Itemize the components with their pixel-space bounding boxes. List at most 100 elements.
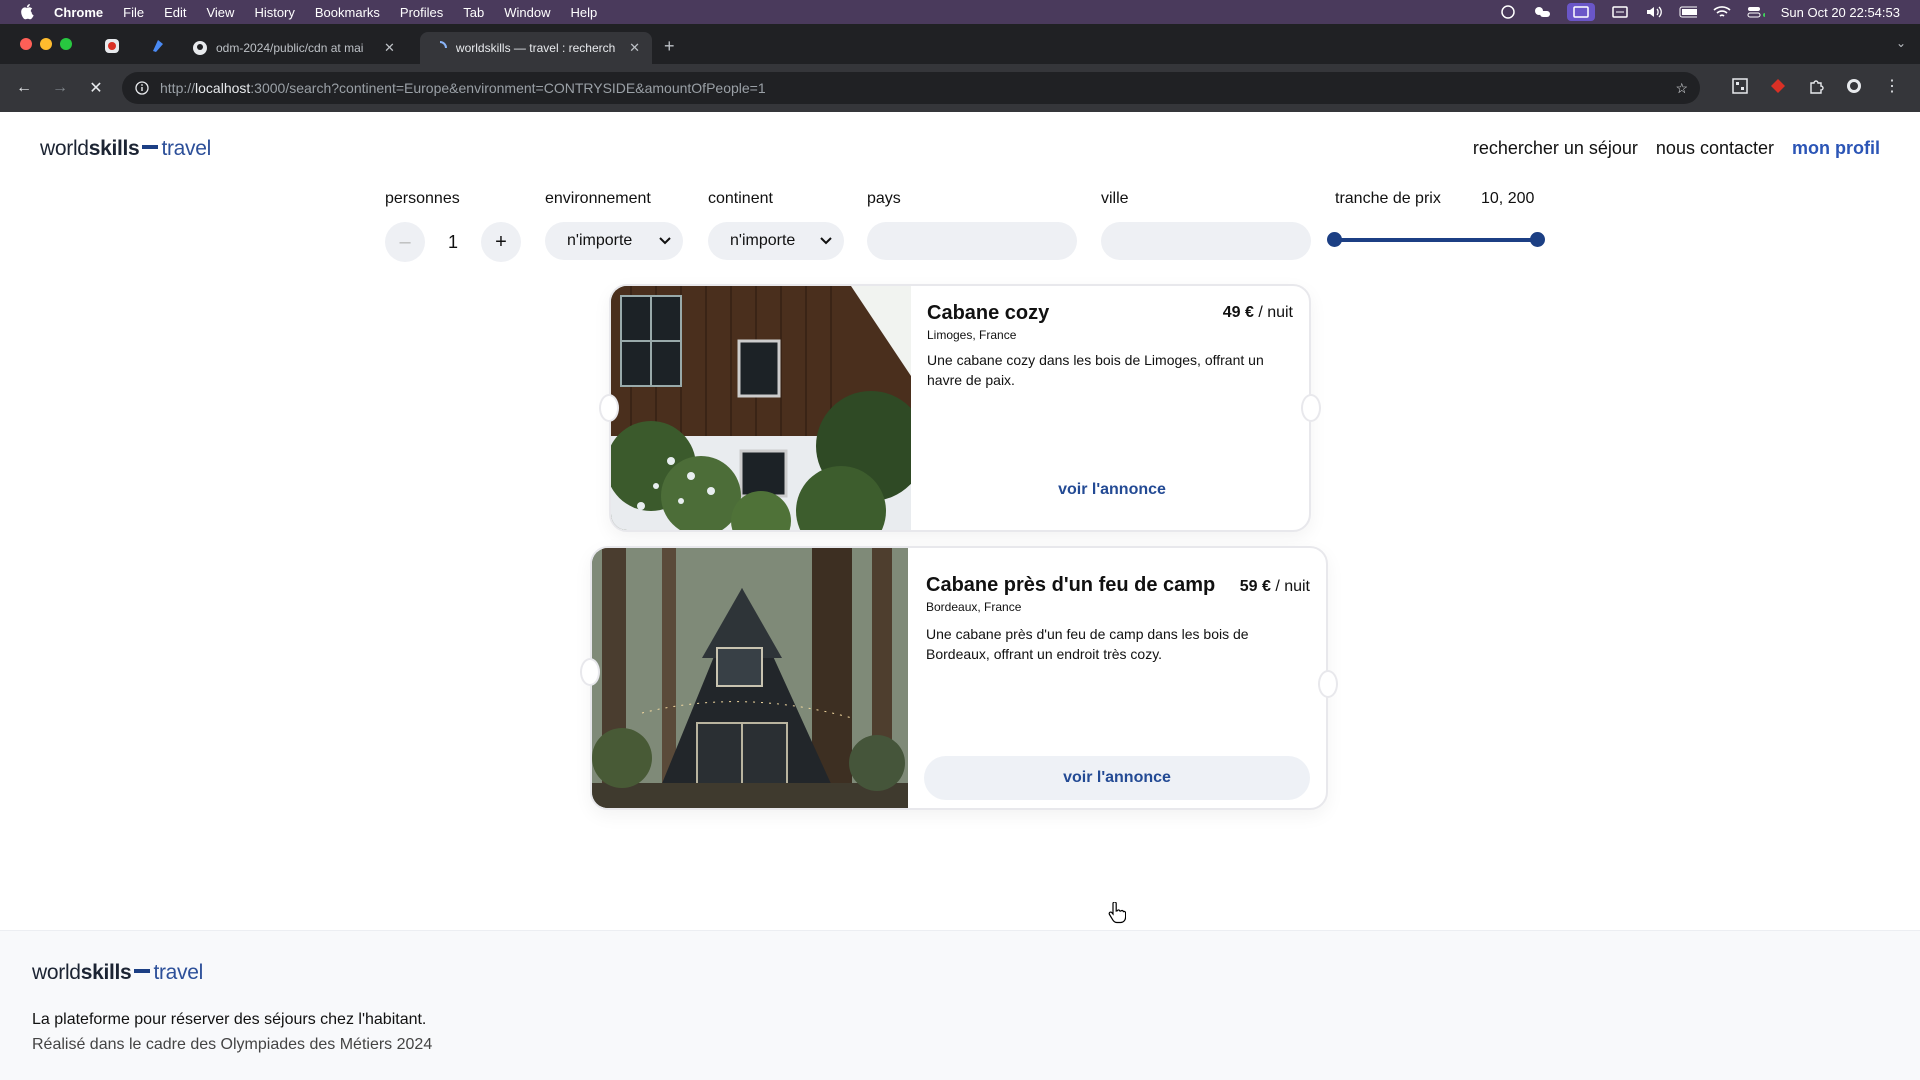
increase-people-button[interactable]: + bbox=[481, 222, 521, 262]
close-tab-icon[interactable]: ✕ bbox=[629, 40, 640, 56]
pinned-tab-record[interactable] bbox=[94, 32, 130, 60]
close-window-button[interactable] bbox=[20, 38, 32, 50]
country-input[interactable] bbox=[867, 222, 1077, 260]
header-logo[interactable]: worldskills travel bbox=[40, 137, 211, 161]
listing-card[interactable]: Cabane près d'un feu de camp 59 € / nuit… bbox=[580, 546, 1338, 810]
qr-code-icon[interactable] bbox=[1730, 76, 1750, 96]
apple-icon[interactable] bbox=[20, 4, 36, 20]
close-tab-icon[interactable]: ✕ bbox=[384, 40, 395, 56]
listing-location: Limoges, France bbox=[927, 328, 1017, 342]
logo-dash bbox=[134, 969, 151, 974]
page-content: worldskills travel rechercher un séjour n… bbox=[0, 112, 1920, 1080]
profile-avatar-icon[interactable] bbox=[1844, 76, 1864, 96]
window-controls bbox=[20, 38, 72, 50]
display-icon[interactable] bbox=[1611, 5, 1629, 19]
continent-label: continent bbox=[708, 190, 773, 207]
listing-card[interactable]: Cabane cozy 49 € / nuit Limoges, France … bbox=[599, 284, 1321, 532]
menu-app-chrome[interactable]: Chrome bbox=[54, 5, 103, 20]
decrease-people-button[interactable]: – bbox=[385, 222, 425, 262]
weather-icon[interactable] bbox=[1533, 5, 1551, 19]
chevron-down-icon bbox=[820, 232, 832, 250]
menu-tab[interactable]: Tab bbox=[463, 5, 484, 20]
menu-file[interactable]: File bbox=[123, 5, 144, 20]
price-range-slider[interactable] bbox=[1327, 232, 1545, 247]
record-icon bbox=[105, 39, 119, 53]
logo-world: world bbox=[32, 961, 81, 984]
nav-profile[interactable]: mon profil bbox=[1792, 138, 1880, 159]
environment-select[interactable]: n'importe bbox=[545, 222, 683, 260]
price-unit: / nuit bbox=[1275, 578, 1310, 595]
url-host: localhost bbox=[195, 80, 251, 96]
footer-tagline: La plateforme pour réserver des séjours … bbox=[32, 1011, 427, 1028]
app-tab-icon bbox=[153, 40, 163, 52]
menu-edit[interactable]: Edit bbox=[164, 5, 186, 20]
price-range-label: tranche de prix bbox=[1335, 190, 1441, 207]
browser-tab-strip: odm-2024/public/cdn at mai ✕ worldskills… bbox=[0, 24, 1920, 64]
footer-subtitle: Réalisé dans le cadre des Olympiades des… bbox=[32, 1036, 433, 1053]
slider-min-handle[interactable] bbox=[1327, 232, 1342, 247]
new-tab-button[interactable]: + bbox=[664, 36, 675, 57]
listing-description: Une cabane cozy dans les bois de Limoges… bbox=[927, 352, 1264, 388]
url-prefix: http:// bbox=[160, 80, 196, 96]
tab-search-chevron-icon[interactable]: ⌄ bbox=[1896, 36, 1906, 50]
more-menu-icon[interactable]: ⋮ bbox=[1882, 76, 1902, 96]
price-unit: / nuit bbox=[1258, 304, 1293, 321]
wifi-icon[interactable] bbox=[1713, 5, 1731, 19]
continent-select[interactable]: n'importe bbox=[708, 222, 844, 260]
browser-toolbar: ← → ✕ http://localhost:3000/search?conti… bbox=[0, 64, 1920, 112]
price-range-value: 10, 200 bbox=[1481, 190, 1535, 207]
puzzle-extensions-icon[interactable] bbox=[1806, 76, 1826, 96]
minimize-window-button[interactable] bbox=[40, 38, 52, 50]
people-stepper: – 1 + bbox=[385, 222, 521, 262]
price-amount: 49 € bbox=[1222, 304, 1254, 321]
listing-photo bbox=[592, 548, 908, 808]
logo-skills: skills bbox=[88, 137, 140, 160]
tab-worldskills[interactable]: worldskills — travel : recherch ✕ bbox=[420, 32, 652, 64]
forward-arrow-icon[interactable]: → bbox=[46, 74, 74, 102]
menu-window[interactable]: Window bbox=[504, 5, 550, 20]
listing-title: Cabane près d'un feu de camp bbox=[926, 574, 1216, 596]
stop-loading-icon[interactable]: ✕ bbox=[82, 74, 110, 102]
environment-value: n'importe bbox=[567, 232, 633, 249]
ticket-notch bbox=[1301, 394, 1321, 422]
address-bar[interactable]: http://localhost:3000/search?continent=E… bbox=[122, 72, 1700, 104]
back-arrow-icon[interactable]: ← bbox=[10, 74, 38, 102]
listing-title: Cabane cozy bbox=[927, 302, 1050, 324]
nav-contact[interactable]: nous contacter bbox=[1656, 138, 1774, 159]
tab-title: odm-2024/public/cdn at mai bbox=[216, 41, 364, 55]
menu-help[interactable]: Help bbox=[571, 5, 598, 20]
ticket-notch bbox=[599, 394, 619, 422]
ticket-notch bbox=[580, 658, 600, 686]
extension-red-icon[interactable] bbox=[1768, 76, 1788, 96]
view-listing-button[interactable]: voir l'annonce bbox=[924, 756, 1310, 800]
menubar-clock[interactable]: Sun Oct 20 22:54:53 bbox=[1781, 5, 1900, 20]
maximize-window-button[interactable] bbox=[60, 38, 72, 50]
city-input[interactable] bbox=[1101, 222, 1311, 260]
listing-description: Une cabane près d'un feu de camp dans le… bbox=[926, 626, 1249, 662]
logo-dash bbox=[142, 145, 159, 150]
screen-mirroring-icon[interactable] bbox=[1566, 3, 1595, 21]
focus-icon[interactable] bbox=[1499, 5, 1517, 19]
volume-icon[interactable] bbox=[1645, 5, 1663, 19]
battery-icon[interactable] bbox=[1679, 5, 1697, 19]
view-listing-button[interactable]: voir l'annonce bbox=[927, 468, 1297, 512]
control-center-icon[interactable] bbox=[1747, 5, 1765, 19]
footer-logo[interactable]: worldskills travel bbox=[32, 961, 203, 985]
mouse-hand-cursor-icon bbox=[1108, 901, 1127, 924]
tab-github[interactable]: odm-2024/public/cdn at mai ✕ bbox=[180, 32, 410, 64]
environment-label: environnement bbox=[545, 190, 651, 207]
nav-search[interactable]: rechercher un séjour bbox=[1473, 138, 1638, 159]
menu-history[interactable]: History bbox=[254, 5, 294, 20]
extensions-area: ⋮ bbox=[1730, 76, 1902, 96]
pinned-tab-app[interactable] bbox=[140, 32, 176, 60]
menu-profiles[interactable]: Profiles bbox=[400, 5, 443, 20]
menu-bookmarks[interactable]: Bookmarks bbox=[315, 5, 380, 20]
slider-max-handle[interactable] bbox=[1530, 232, 1545, 247]
listing-price: 49 € / nuit bbox=[1223, 304, 1293, 322]
bookmark-star-icon[interactable]: ☆ bbox=[1675, 80, 1688, 97]
price-amount: 59 € bbox=[1239, 578, 1271, 595]
tab-title: worldskills — travel : recherch bbox=[455, 41, 616, 55]
menu-view[interactable]: View bbox=[206, 5, 234, 20]
logo-travel: travel bbox=[153, 961, 203, 984]
site-info-icon[interactable] bbox=[134, 80, 150, 96]
